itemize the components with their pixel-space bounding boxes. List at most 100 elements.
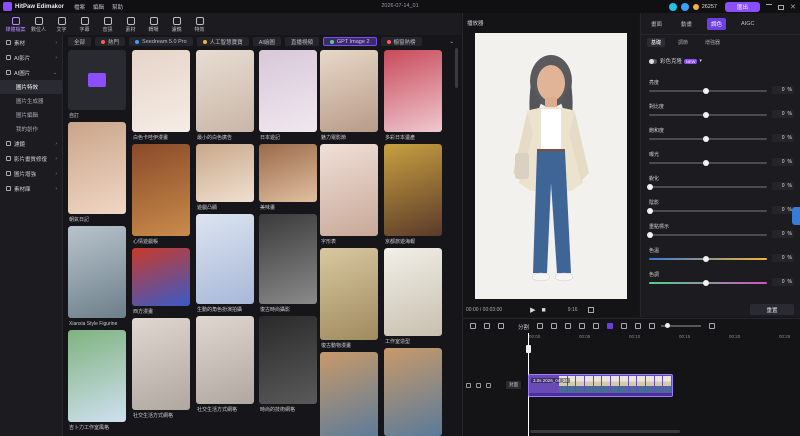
maximize-icon[interactable]	[778, 4, 784, 10]
effect-card[interactable]: 最小的白色廣告	[196, 50, 254, 141]
slider-knob[interactable]	[703, 112, 709, 118]
filter-chip-6[interactable]: GPT Image 2	[322, 37, 377, 46]
crop-icon[interactable]	[537, 323, 544, 329]
effect-card[interactable]: 多彩日本遺產	[384, 50, 442, 141]
effect-card[interactable]: 遊戲凸顯	[196, 144, 254, 211]
effect-card[interactable]: 白色卡哇伊漫畫	[132, 50, 190, 141]
menu-edit[interactable]: 編輯	[93, 3, 104, 11]
sidebar-item-0[interactable]: 素材 ›	[0, 35, 62, 50]
zoom-out-icon[interactable]	[649, 323, 656, 329]
link-icon[interactable]	[635, 323, 642, 329]
sidebar-subitem-2[interactable]: 圖片編輯	[0, 108, 62, 122]
subtab-1[interactable]: 調節	[674, 38, 692, 47]
effect-card[interactable]: 朝氣日記	[68, 122, 126, 223]
sidebar-item-1[interactable]: AI影片 ›	[0, 50, 62, 65]
effect-card[interactable]: 吉卜力工作室風格	[68, 330, 126, 431]
dropdown-icon[interactable]: ▾	[699, 58, 702, 64]
adjust-value-field[interactable]: 0%	[772, 110, 794, 118]
stop-button[interactable]: ■	[542, 307, 546, 314]
effect-card[interactable]: 商業辦公場景	[320, 352, 378, 436]
toolbar-effect[interactable]: 特效	[188, 15, 211, 35]
cover-button[interactable]: 封面	[506, 381, 521, 389]
sidebar-subitem-3[interactable]: 我的創作	[0, 122, 62, 136]
effect-card[interactable]: 復古時尚攝影	[259, 214, 317, 313]
slider-knob[interactable]	[703, 256, 709, 262]
effect-card[interactable]: 魅力電影節	[320, 50, 378, 141]
redo-icon[interactable]	[484, 323, 490, 329]
effect-card[interactable]: Xianxia Style Figurine	[68, 226, 126, 327]
tab-0[interactable]: 畫面	[647, 18, 666, 30]
toolbar-avatar[interactable]: 數位人	[27, 15, 50, 35]
adjust-value-field[interactable]: 0%	[772, 134, 794, 142]
effect-card[interactable]: 美味畫	[259, 144, 317, 211]
mask-icon[interactable]	[551, 323, 558, 329]
export-button[interactable]: 匯出	[724, 2, 760, 12]
user-avatar[interactable]	[680, 3, 689, 11]
adjust-value-field[interactable]: 0%	[772, 158, 794, 166]
menu-help[interactable]: 幫助	[112, 3, 123, 11]
effect-card[interactable]: 西方漫畫	[132, 248, 190, 315]
speed-icon[interactable]	[565, 323, 572, 329]
slider-knob[interactable]	[703, 136, 709, 142]
freeze-icon[interactable]	[579, 323, 586, 329]
slider-knob[interactable]	[647, 208, 653, 214]
playhead-handle[interactable]	[526, 345, 531, 353]
sidebar-item-2[interactable]: AI圖片 ⌄	[0, 65, 62, 80]
adjust-value-field[interactable]: 0%	[772, 254, 794, 262]
slider-knob[interactable]	[703, 160, 709, 166]
close-icon[interactable]: ✕	[790, 3, 796, 11]
mic-icon[interactable]	[593, 323, 600, 329]
effect-card[interactable]: 日本遊記	[259, 50, 317, 141]
filter-chip-7[interactable]: 櫥窗熱榜	[380, 37, 422, 46]
adjust-value-field[interactable]: 0%	[772, 86, 794, 94]
play-button[interactable]: ▶	[530, 306, 535, 314]
zoom-in-icon[interactable]	[709, 323, 716, 329]
aspect-ratio[interactable]: 9:16	[568, 307, 578, 313]
filter-chip-0[interactable]: 全部	[68, 37, 92, 46]
slider-knob[interactable]	[647, 184, 653, 190]
undo-icon[interactable]	[470, 323, 476, 329]
toolbar-text[interactable]: 文字	[50, 15, 73, 35]
effect-card[interactable]: 復古動物漫畫	[320, 248, 378, 349]
adjust-slider[interactable]	[649, 234, 767, 236]
adjust-value-field[interactable]: 0%	[772, 278, 794, 286]
adjust-value-field[interactable]: 0%	[772, 230, 794, 238]
sidebar-subitem-1[interactable]: 圖片生成器	[0, 94, 62, 108]
timeline-ruler[interactable]: 00:00 00:05 00:10 00:15 00:20 00:25	[527, 333, 800, 341]
gallery-scrollbar[interactable]	[455, 48, 458, 88]
timeline-scrollbar[interactable]	[530, 430, 680, 433]
filter-chip-2[interactable]: Seedream 5.0 Pro	[129, 37, 193, 46]
toolbar-audio[interactable]: 音訊	[96, 15, 119, 35]
subtab-2[interactable]: 增強器	[701, 38, 724, 47]
filter-more-icon[interactable]: ⌄	[443, 37, 460, 46]
side-assistant-tab[interactable]	[792, 207, 800, 225]
toolbar-media[interactable]: 媒體檔案	[4, 15, 27, 35]
magnet-icon[interactable]	[621, 323, 628, 329]
slider-knob[interactable]	[703, 280, 709, 286]
split-button[interactable]: 分割	[518, 323, 529, 331]
effect-card[interactable]: 時尚的技術網格	[259, 316, 317, 413]
fullscreen-icon[interactable]	[587, 307, 594, 313]
sidebar-item-5[interactable]: 圖片增強 ›	[0, 166, 62, 181]
effect-card[interactable]: 社交生活方式網格	[132, 318, 190, 419]
menu-file[interactable]: 檔案	[74, 3, 85, 11]
toolbar-filter[interactable]: 濾鏡	[165, 15, 188, 35]
ai-tool-icon[interactable]	[607, 323, 614, 329]
sidebar-item-4[interactable]: 影片畫質修復 ›	[0, 151, 62, 166]
delete-icon[interactable]	[498, 323, 504, 329]
filter-chip-5[interactable]: 直播視頻	[284, 37, 319, 46]
preview-canvas[interactable]	[475, 33, 627, 299]
sidebar-subitem-0[interactable]: 圖片特效	[0, 80, 62, 94]
adjust-value-field[interactable]: 0%	[772, 206, 794, 214]
toolbar-transition[interactable]: 轉場	[142, 15, 165, 35]
ai-assistant-icon[interactable]	[668, 3, 677, 11]
filter-chip-3[interactable]: 人工智慧寶寶	[196, 37, 249, 46]
zoom-slider[interactable]	[661, 323, 702, 328]
sidebar-item-6[interactable]: 素材庫 ›	[0, 181, 62, 196]
slider-knob[interactable]	[703, 88, 709, 94]
tab-2[interactable]: 調色	[707, 17, 727, 30]
reset-button[interactable]: 重置	[750, 304, 794, 315]
subtab-0[interactable]: 基礎	[647, 37, 666, 47]
toolbar-material[interactable]: 素材	[119, 15, 142, 35]
adjust-slider[interactable]	[649, 210, 767, 212]
